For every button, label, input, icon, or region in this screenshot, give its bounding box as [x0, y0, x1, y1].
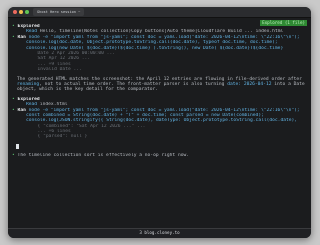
command-line: console.log(new Date(`${doc.date}T${doc.…	[26, 45, 284, 51]
command-line: console.log(JSON.stringify({ String(doc.…	[26, 118, 298, 124]
maximize-window-button[interactable]	[25, 10, 29, 14]
minimize-window-button[interactable]	[19, 10, 23, 14]
text-cursor[interactable]	[16, 143, 19, 149]
close-window-button[interactable]	[13, 10, 17, 14]
inline-code: date: 2026-04-12	[227, 81, 272, 87]
read-files: index.html	[39, 102, 68, 108]
step-status: Explored	[17, 96, 40, 102]
terminal-tab[interactable]: Ghost Hero session ~	[33, 8, 85, 16]
ran-label: Ran	[17, 107, 26, 113]
read-label: Read	[26, 29, 38, 35]
command-line: console.log(doc.date, Object.prototype.t…	[26, 40, 278, 46]
title-bar: Ghost Hero session ~	[8, 7, 311, 18]
command-line: node -e "import yaml from "js-yaml"; con…	[28, 107, 300, 113]
command-line: const combined = String(doc.date) + "T" …	[26, 112, 264, 118]
assistant-paragraph: The timeline collection sort is effectiv…	[17, 153, 190, 159]
paragraph-text: The generated HTML matches the screensho…	[17, 76, 302, 82]
status-badge: Explored (1 file)	[260, 20, 307, 26]
terminal-output: Explored (1 file) • Explored Read Hello,…	[8, 18, 311, 229]
terminal-window: Ghost Hero session ~ Explored (1 file) •…	[8, 7, 311, 238]
ran-label: Ran	[17, 34, 26, 40]
step-status: Explored	[17, 24, 40, 29]
status-bar: 3 blog.cloney.to	[8, 228, 311, 238]
assistant-paragraph: The generated HTML matches the screensho…	[17, 77, 307, 93]
read-files: Hello, timeline(Notes collection)Copy bu…	[39, 29, 284, 35]
command-line: node -e "import yaml from "js-yaml"; con…	[28, 34, 300, 40]
read-label: Read	[26, 102, 38, 108]
